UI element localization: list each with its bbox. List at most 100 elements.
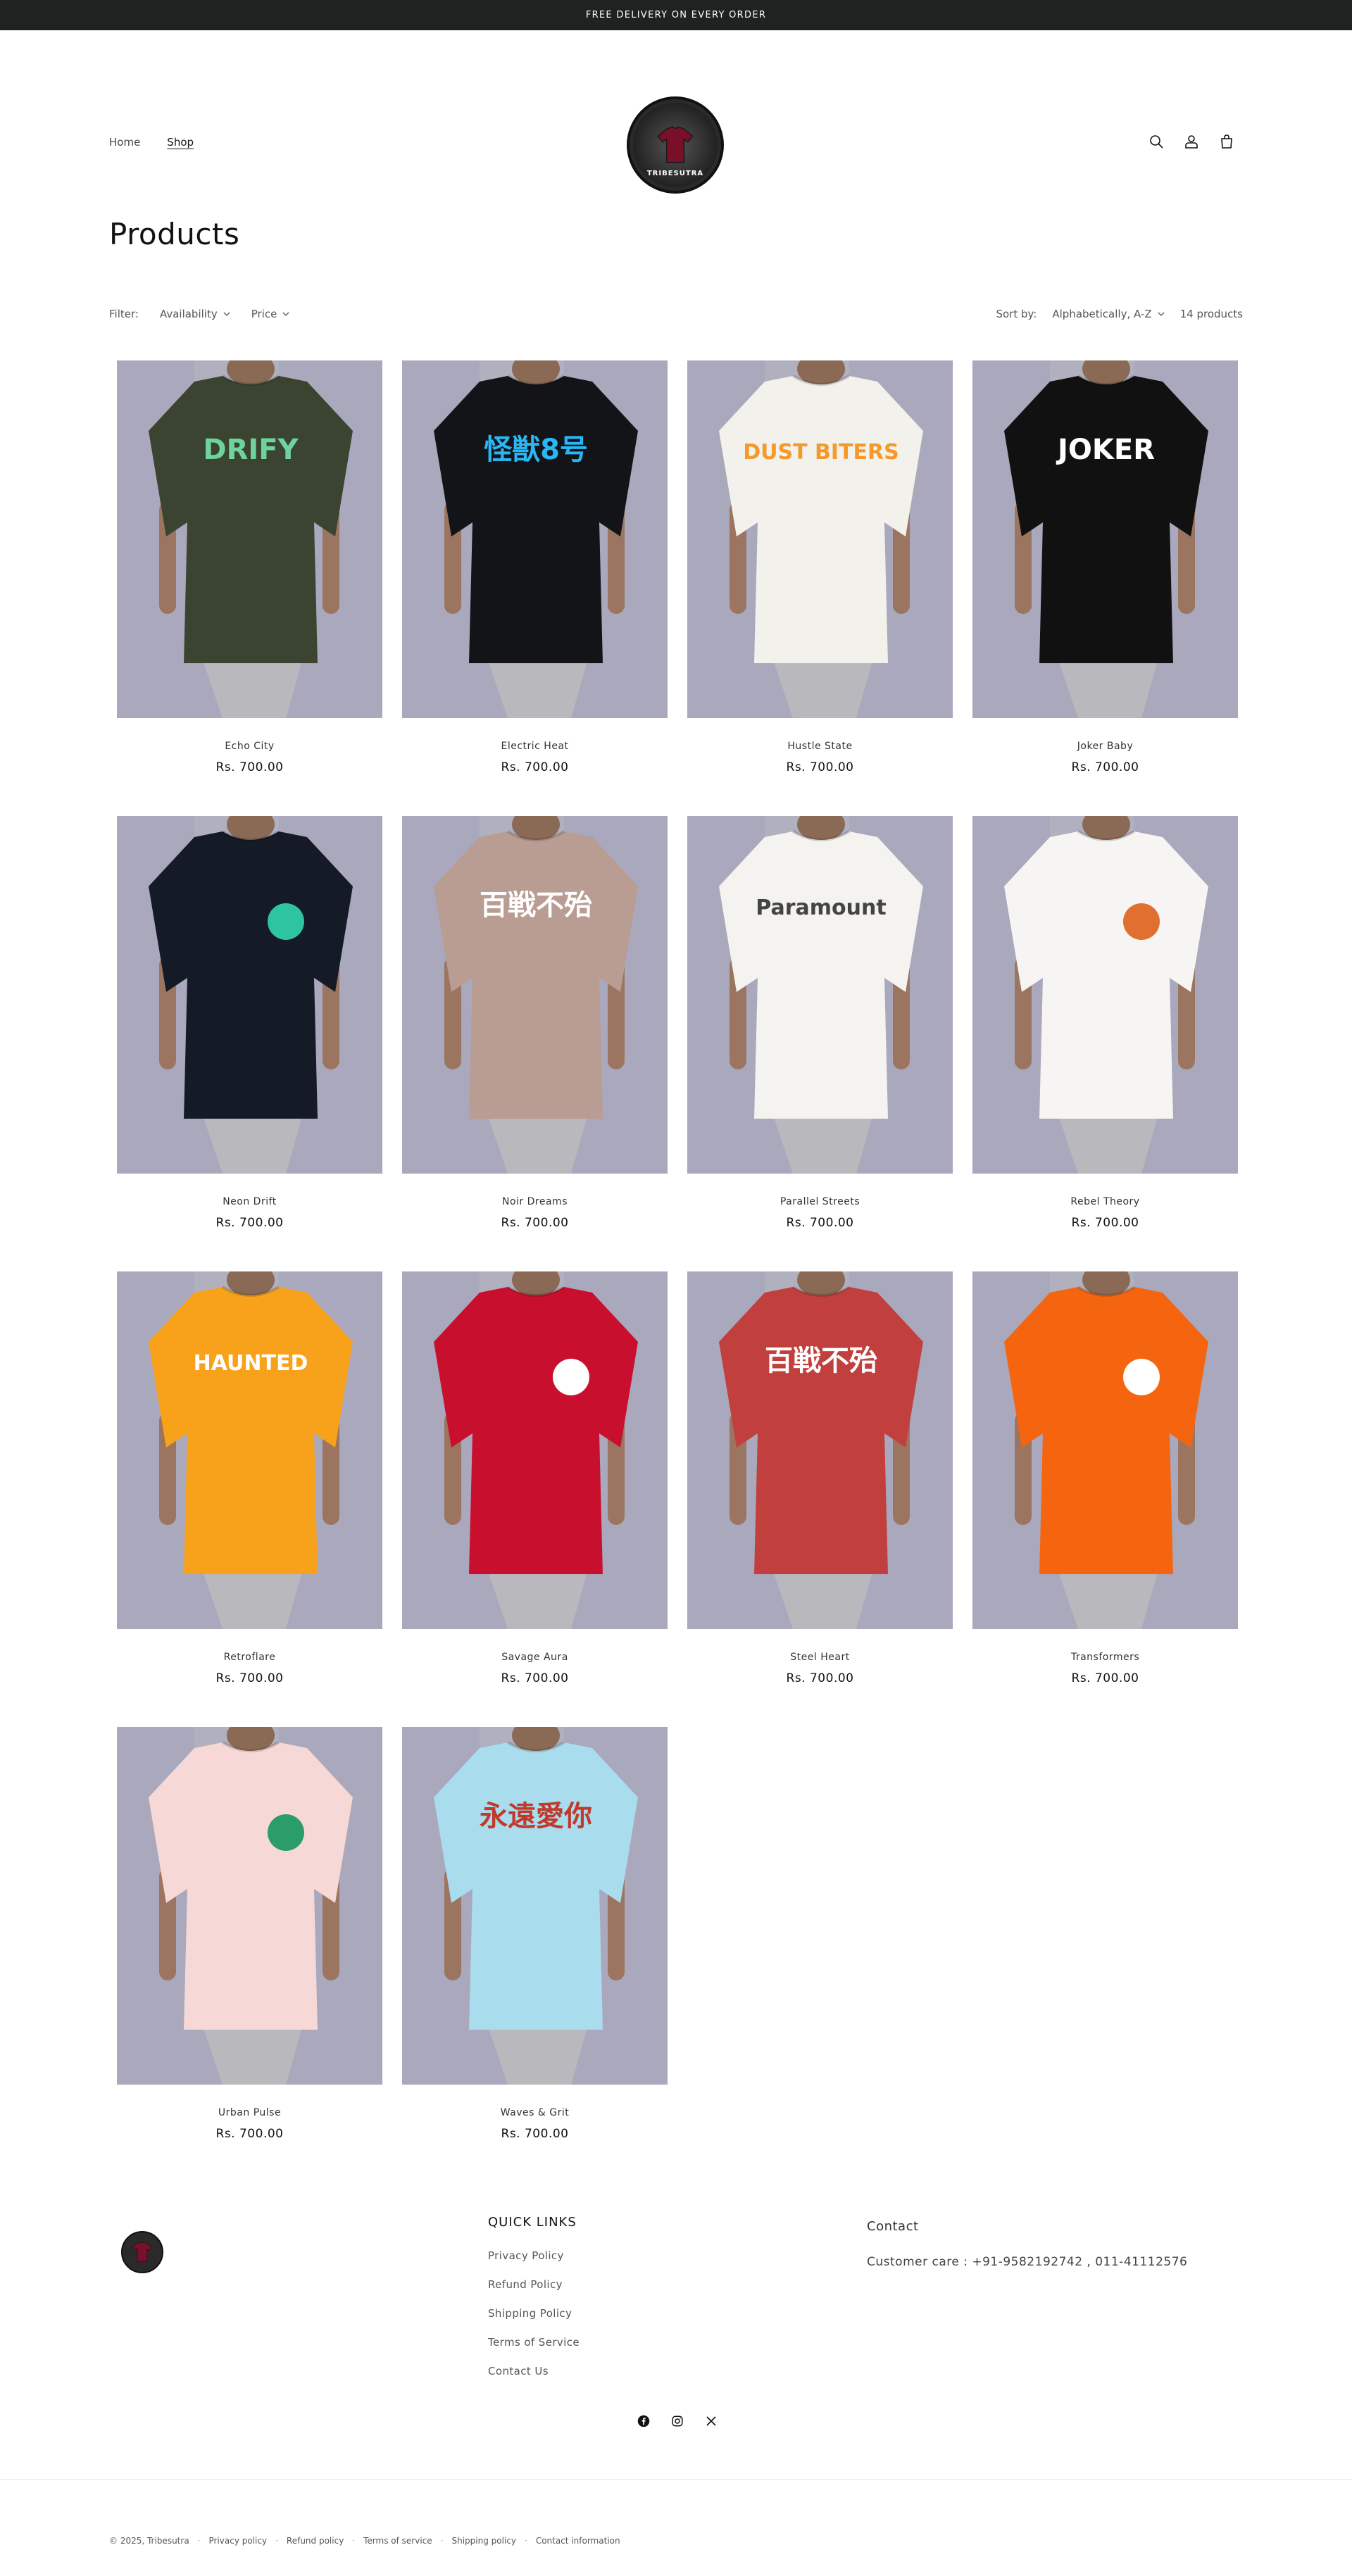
search-icon[interactable]	[1148, 133, 1165, 150]
sort-value: Alphabetically, A-Z	[1052, 308, 1152, 320]
logo-text: TRIBESUTRA	[646, 170, 704, 177]
announcement-text: FREE DELIVERY ON EVERY ORDER	[585, 10, 767, 20]
price-filter[interactable]: Price	[251, 308, 290, 320]
product-count: 14 products	[1179, 308, 1243, 320]
footer-link-privacy[interactable]: Privacy Policy	[488, 2249, 580, 2262]
product-image[interactable]: DUST BITERS	[687, 360, 953, 718]
footer-link-terms[interactable]: Terms of Service	[488, 2336, 580, 2349]
header-actions	[1148, 133, 1235, 150]
product-card[interactable]: DUST BITERS Hustle State Rs. 700.00	[687, 360, 953, 816]
product-image[interactable]: HAUNTED	[117, 1271, 382, 1629]
product-image[interactable]	[117, 816, 382, 1174]
product-card[interactable]: 永遠愛你 Waves & Grit Rs. 700.00	[402, 1727, 668, 2182]
cart-icon[interactable]	[1218, 133, 1235, 150]
product-card[interactable]: 百戦不殆 Noir Dreams Rs. 700.00	[402, 816, 668, 1271]
product-name[interactable]: Rebel Theory	[972, 1196, 1238, 1207]
product-card[interactable]: DRIFY Echo City Rs. 700.00	[117, 360, 382, 816]
product-name[interactable]: Retroflare	[117, 1652, 382, 1663]
site-header: Home Shop TRIBESUTRA	[0, 30, 1352, 197]
copyright: © 2025, Tribesutra	[109, 2536, 189, 2546]
product-image[interactable]: 怪獣8号	[402, 360, 668, 718]
instagram-icon[interactable]	[671, 2415, 684, 2427]
quick-links-heading: QUICK LINKS	[488, 2215, 577, 2230]
product-card[interactable]: Transformers Rs. 700.00	[972, 1271, 1238, 1727]
product-price: Rs. 700.00	[501, 1216, 569, 1230]
product-price: Rs. 700.00	[215, 760, 284, 774]
product-price: Rs. 700.00	[215, 1216, 284, 1230]
product-card[interactable]: 怪獣8号 Electric Heat Rs. 700.00	[402, 360, 668, 816]
product-price: Rs. 700.00	[215, 1671, 284, 1685]
price-label: Price	[251, 308, 277, 320]
product-image[interactable]: 百戦不殆	[687, 1271, 953, 1629]
product-price: Rs. 700.00	[501, 760, 569, 774]
product-name[interactable]: Joker Baby	[972, 741, 1238, 752]
legal-terms-link[interactable]: Terms of service	[363, 2536, 432, 2546]
product-card[interactable]: Paramount Parallel Streets Rs. 700.00	[687, 816, 953, 1271]
shirt-print-graphic	[268, 1814, 304, 1851]
product-image[interactable]	[972, 816, 1238, 1174]
product-image[interactable]: Paramount	[687, 816, 953, 1174]
legal-contact-link[interactable]: Contact information	[536, 2536, 620, 2546]
product-image[interactable]: 永遠愛你	[402, 1727, 668, 2085]
shirt-print-text: 怪獣8号	[484, 434, 588, 466]
product-image[interactable]: 百戦不殆	[402, 816, 668, 1174]
availability-filter[interactable]: Availability	[160, 308, 230, 320]
product-image[interactable]: DRIFY	[117, 360, 382, 718]
product-card[interactable]: HAUNTED Retroflare Rs. 700.00	[117, 1271, 382, 1727]
legal-refund-link[interactable]: Refund policy	[287, 2536, 344, 2546]
product-card[interactable]: Savage Aura Rs. 700.00	[402, 1271, 668, 1727]
product-name[interactable]: Waves & Grit	[402, 2107, 668, 2118]
legal-shipping-link[interactable]: Shipping policy	[451, 2536, 516, 2546]
product-name[interactable]: Savage Aura	[402, 1652, 668, 1663]
chevron-down-icon	[1158, 312, 1165, 316]
product-name[interactable]: Electric Heat	[402, 741, 668, 752]
legal-privacy-link[interactable]: Privacy policy	[209, 2536, 268, 2546]
page-title: Products	[109, 217, 240, 251]
product-name[interactable]: Echo City	[117, 741, 382, 752]
collection-facets: Filter: Availability Price Sort by: Alph…	[109, 308, 1243, 326]
product-card[interactable]: Urban Pulse Rs. 700.00	[117, 1727, 382, 2182]
product-grid: DRIFY Echo City Rs. 700.00 怪獣8号 Electric Hea…	[117, 360, 1238, 2182]
logo-shirt-icon	[132, 2242, 153, 2263]
separator-dot: ·	[352, 2536, 356, 2546]
product-price: Rs. 700.00	[215, 2127, 284, 2141]
product-card[interactable]: JOKER Joker Baby Rs. 700.00	[972, 360, 1238, 816]
product-name[interactable]: Hustle State	[687, 741, 953, 752]
nav-home[interactable]: Home	[109, 136, 140, 149]
product-image[interactable]: JOKER	[972, 360, 1238, 718]
nav-shop[interactable]: Shop	[167, 136, 194, 149]
social-links	[637, 2415, 718, 2427]
shirt-print-text: 百戦不殆	[480, 889, 592, 922]
shirt-print-graphic	[1123, 1359, 1160, 1395]
site-logo[interactable]: TRIBESUTRA	[627, 96, 724, 194]
product-name[interactable]: Noir Dreams	[402, 1196, 668, 1207]
shirt-print-graphic	[268, 903, 304, 940]
filter-group: Filter: Availability Price	[109, 308, 289, 320]
product-name[interactable]: Neon Drift	[117, 1196, 382, 1207]
x-icon[interactable]	[705, 2415, 718, 2427]
shirt-print-text: DUST BITERS	[743, 440, 899, 465]
account-icon[interactable]	[1183, 133, 1200, 150]
product-name[interactable]: Urban Pulse	[117, 2107, 382, 2118]
product-image[interactable]	[117, 1727, 382, 2085]
sort-select[interactable]: Alphabetically, A-Z	[1052, 308, 1165, 320]
shirt-print-text: JOKER	[1056, 434, 1155, 466]
footer-logo[interactable]	[121, 2231, 163, 2273]
main-nav: Home Shop	[109, 136, 194, 149]
facebook-icon[interactable]	[637, 2415, 650, 2427]
product-card[interactable]: Neon Drift Rs. 700.00	[117, 816, 382, 1271]
product-card[interactable]: 百戦不殆 Steel Heart Rs. 700.00	[687, 1271, 953, 1727]
announcement-bar: FREE DELIVERY ON EVERY ORDER	[0, 0, 1352, 30]
product-name[interactable]: Steel Heart	[687, 1652, 953, 1663]
product-card[interactable]: Rebel Theory Rs. 700.00	[972, 816, 1238, 1271]
product-image[interactable]	[972, 1271, 1238, 1629]
footer-link-shipping[interactable]: Shipping Policy	[488, 2307, 580, 2320]
footer-link-refund[interactable]: Refund Policy	[488, 2278, 580, 2291]
product-name[interactable]: Transformers	[972, 1652, 1238, 1663]
shirt-print-text: Paramount	[756, 896, 886, 920]
availability-label: Availability	[159, 308, 218, 320]
product-image[interactable]	[402, 1271, 668, 1629]
footer-link-contact[interactable]: Contact Us	[488, 2365, 580, 2377]
product-name[interactable]: Parallel Streets	[687, 1196, 953, 1207]
shirt-print-text: 百戦不殆	[765, 1345, 877, 1377]
